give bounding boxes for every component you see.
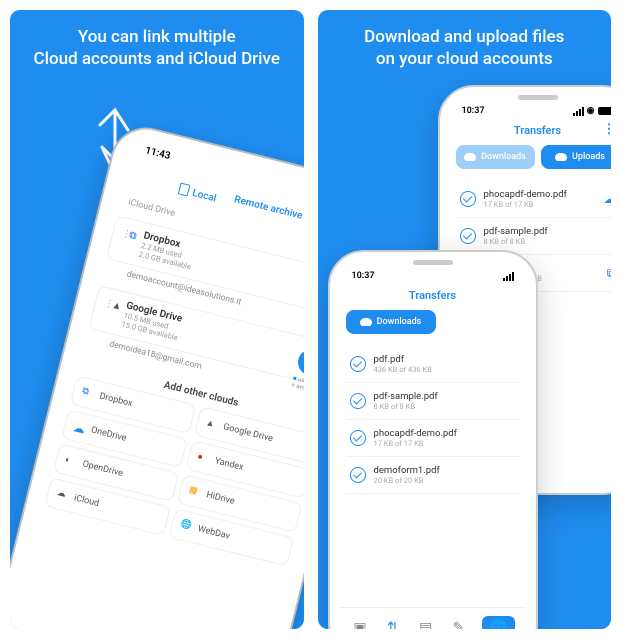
notch xyxy=(413,260,453,265)
tab-local[interactable]: Local xyxy=(178,181,219,205)
opendrive-icon: ◐ xyxy=(64,454,79,469)
check-icon xyxy=(350,393,366,409)
wifi-icon: ◉ xyxy=(587,106,595,116)
dropbox-icon: ⧉ xyxy=(607,266,611,281)
phone-icon xyxy=(178,183,191,197)
transfer-item[interactable]: demoform1.pdf20 KB of 20 KB xyxy=(346,457,520,494)
dropbox-icon: ⧉ xyxy=(128,230,138,242)
transfer-item[interactable]: phocapdf-demo.pdf17 KB of 17 KB ☁ xyxy=(456,181,612,218)
status-icons xyxy=(503,271,514,281)
promo-panel-left: You can link multiple Cloud accounts and… xyxy=(10,10,304,629)
transfer-icon[interactable]: ⇅ xyxy=(383,620,403,629)
tab-uploads[interactable]: Uploads xyxy=(541,145,612,169)
dl-ul-tabs: Downloads Uploads xyxy=(448,145,612,177)
check-icon xyxy=(350,356,366,372)
globe-icon[interactable]: 🌐 xyxy=(482,616,515,629)
notch xyxy=(518,95,558,100)
onedrive-icon: ☁ xyxy=(604,192,612,206)
transfer-item[interactable]: pdf.pdf436 KB of 436 KB xyxy=(346,346,520,383)
right-headline: Download and upload files on your cloud … xyxy=(318,10,612,90)
left-headline: You can link multiple Cloud accounts and… xyxy=(10,10,304,90)
gdrive-icon: ▲ xyxy=(204,417,219,432)
promo-panel-right: Download and upload files on your cloud … xyxy=(318,10,612,629)
phone-mockup-front: 10:37 Transfers Downloads pdf.pdf436 KB … xyxy=(328,250,538,629)
transfer-item[interactable]: pdf-sample.pdf8 KB of 8 KB xyxy=(346,383,520,420)
transfer-item[interactable]: phocapdf-demo.pdf17 KB of 17 KB xyxy=(346,420,520,457)
icloud-icon: ☁ xyxy=(55,488,70,503)
files-icon[interactable]: ▣ xyxy=(350,620,370,629)
menu-icon[interactable]: ⋮ xyxy=(603,122,612,137)
tab-downloads[interactable]: Downloads xyxy=(456,145,535,169)
transfer-list: pdf.pdf436 KB of 436 KB pdf-sample.pdf8 … xyxy=(338,342,528,498)
status-bar: 10:37 ◉ xyxy=(448,106,612,122)
screen-title: Transfers ⋮ xyxy=(448,122,612,145)
bottom-tab-bar: ▣ ⇅ ▤ ✎ 🌐 xyxy=(340,607,526,629)
check-icon xyxy=(460,228,476,244)
status-time: 11:43 xyxy=(144,145,172,163)
phone-mockup-left: 11:43 Local Remote archive iCloud Drive … xyxy=(10,120,304,629)
dl-ul-tabs: Downloads xyxy=(338,310,528,342)
yandex-icon: ● xyxy=(196,451,211,466)
check-icon xyxy=(350,467,366,483)
cloud-down-icon xyxy=(464,153,476,161)
gdrive-icon: ▲ xyxy=(111,300,123,313)
status-icons: ◉ xyxy=(573,106,611,116)
status-time: 10:37 xyxy=(352,271,375,281)
webdav-icon: 🌐 xyxy=(179,519,194,534)
settings-icon[interactable]: ✎ xyxy=(449,620,469,629)
check-icon xyxy=(350,430,366,446)
dropbox-icon: ⧉ xyxy=(81,386,96,401)
tab-downloads[interactable]: Downloads xyxy=(346,310,436,334)
battery-icon xyxy=(598,107,612,115)
stack-icon[interactable]: ▤ xyxy=(416,620,436,629)
onedrive-icon: ☁ xyxy=(72,420,87,435)
screen-title: Transfers xyxy=(338,287,528,310)
hidrive-icon: ▦ xyxy=(187,485,202,500)
status-time: 10:37 xyxy=(462,106,485,116)
status-bar: 10:37 xyxy=(338,271,528,287)
cloud-down-icon xyxy=(360,318,372,326)
check-icon xyxy=(460,191,476,207)
cloud-up-icon xyxy=(555,153,567,161)
